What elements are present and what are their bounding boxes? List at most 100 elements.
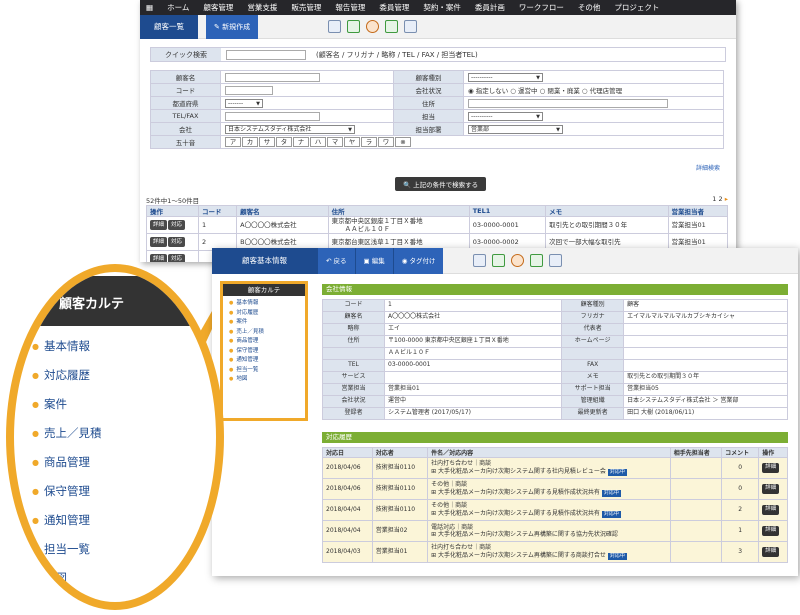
detail-button[interactable]: 詳細 (150, 237, 168, 247)
search-button[interactable]: 🔍 上記の条件で検索する (395, 177, 487, 191)
next-page-icon[interactable]: ▸ (725, 195, 728, 203)
back-button[interactable]: ↶ 戻る (317, 248, 355, 274)
callout-item-sales[interactable]: 売上／見積 (32, 419, 102, 448)
col-addr: 住所 (327, 205, 470, 217)
log-detail-button[interactable]: 詳細 (762, 526, 780, 536)
history-row[interactable]: 2018/04/04 営業担当02 電話対応｜商談 ⊞ 大手化粧品メーカ向け次期システ… (322, 520, 788, 542)
menu-grid-icon[interactable]: ▦ (146, 3, 153, 12)
callout-item-basic[interactable]: 基本情報 (32, 332, 101, 361)
page-2[interactable]: 2 (719, 195, 723, 203)
side-item-basic[interactable]: 基本情報 (229, 299, 299, 309)
side-item-sales[interactable]: 売上／見積 (229, 328, 299, 338)
calendar-icon[interactable] (473, 254, 487, 267)
kana-ta[interactable]: タ (276, 137, 292, 147)
note-icon[interactable] (530, 254, 544, 267)
kana-ma[interactable]: マ (327, 137, 343, 147)
callout-item-map[interactable]: 地図 (32, 564, 101, 593)
response-button[interactable]: 対応 (168, 254, 186, 262)
page-1[interactable]: 1 (712, 195, 716, 203)
nav-contract[interactable]: 契約・案件 (423, 2, 461, 13)
edit-button[interactable]: ▣ 編集 (354, 248, 393, 274)
tel-input[interactable] (225, 111, 320, 121)
history-row[interactable]: 2018/04/06 技術担当0110 社内打ち合わせ｜商談 ⊞ 大手化粧品メーカ向け… (322, 457, 788, 479)
nav-project[interactable]: プロジェクト (614, 2, 659, 13)
nav-report[interactable]: 報告管理 (335, 2, 365, 13)
history-row[interactable]: 2018/04/03 営業担当01 社内打ち合わせ｜商談 ⊞ 大手化粧品メーカ向け次期… (322, 541, 788, 563)
detail-button[interactable]: 詳細 (150, 254, 168, 262)
detail-button[interactable]: 詳細 (150, 220, 168, 230)
note-icon[interactable] (385, 20, 399, 33)
info-label: 管理組織 (561, 395, 625, 408)
nav-sales[interactable]: 販売管理 (291, 2, 321, 13)
list-icon[interactable] (404, 20, 418, 33)
callout-item-notice[interactable]: 通知管理 (32, 506, 101, 535)
dept-select[interactable]: 営業部 (467, 124, 563, 134)
calendar-icon[interactable] (328, 20, 342, 33)
kana-na[interactable]: ナ (293, 137, 309, 147)
log-sub: その他｜商談 (431, 502, 468, 509)
status-opt-2[interactable]: 閉業・廃業 (547, 87, 580, 95)
kana-a[interactable]: ア (225, 137, 241, 147)
table-row[interactable]: 詳細 対応 1 A〇〇〇〇株式会社 東京都中央区銀座１丁目Ｘ番地 ＡＡビル１０Ｆ 03-0… (146, 216, 728, 234)
nav-sales-support[interactable]: 営業支援 (247, 2, 277, 13)
rep-select[interactable]: ---------- (467, 111, 543, 121)
nav-customer[interactable]: 顧客管理 (203, 2, 233, 13)
status-opt-0[interactable]: 指定しない (476, 87, 509, 95)
tag-button[interactable]: ◉ タグ付け (392, 248, 444, 274)
chart-icon[interactable] (492, 254, 506, 267)
info-label: サービス (322, 371, 385, 384)
label-rep: 担当 (392, 109, 464, 123)
callout-item-product[interactable]: 商品管理 (32, 448, 101, 477)
status-opt-3[interactable]: 代理店管理 (590, 87, 623, 95)
side-item-history[interactable]: 対応履歴 (229, 309, 299, 319)
chart-icon[interactable] (347, 20, 361, 33)
kana-wa[interactable]: ワ (378, 137, 394, 147)
info-label: 営業担当 (322, 383, 385, 396)
log-detail-button[interactable]: 詳細 (762, 463, 780, 473)
response-button[interactable]: 対応 (168, 220, 186, 230)
pref-select[interactable]: ------- (225, 98, 263, 108)
clear-icon[interactable]: ⊗ (395, 137, 411, 147)
type-select[interactable]: ---------- (467, 72, 543, 82)
log-detail-button[interactable]: 詳細 (762, 547, 780, 557)
callout-item-case[interactable]: 案件 (32, 390, 101, 419)
history-row[interactable]: 2018/04/04 技術担当0110 その他｜商談 ⊞ 大手化粧品メーカ向け次期シス… (322, 499, 788, 521)
code-input[interactable] (225, 85, 273, 95)
callout-item-staff[interactable]: 担当一覧 (32, 535, 101, 564)
callout-item-history[interactable]: 対応履歴 (32, 361, 101, 390)
nav-plan[interactable]: 委員計画 (475, 2, 505, 13)
callout-item-maint[interactable]: 保守管理 (32, 477, 101, 506)
side-item-map[interactable]: 地図 (229, 375, 299, 385)
kana-ya[interactable]: ヤ (344, 137, 360, 147)
response-button[interactable]: 対応 (168, 237, 186, 247)
side-item-staff[interactable]: 担当一覧 (229, 366, 299, 376)
history-row[interactable]: 2018/04/06 技術担当0110 その他｜商談 ⊞ 大手化粧品メーカ向け次期シス… (322, 478, 788, 500)
quick-search-input[interactable] (226, 49, 306, 60)
nav-member[interactable]: 委員管理 (379, 2, 409, 13)
list-icon[interactable] (549, 254, 563, 267)
detail-search-link[interactable]: 詳細検索 (696, 163, 720, 172)
side-item-case[interactable]: 案件 (229, 318, 299, 328)
company-select[interactable]: 日本システムスタディ株式会社 (225, 124, 355, 134)
karte-title: 顧客基本情報 (212, 248, 317, 274)
info-label: 最終更新者 (561, 407, 625, 420)
name-input[interactable] (225, 72, 320, 82)
side-item-maint[interactable]: 保守管理 (229, 347, 299, 357)
new-button[interactable]: ✎ 新規作成 (206, 14, 259, 39)
status-opt-1[interactable]: 運営中 (518, 87, 538, 95)
person-icon[interactable] (511, 254, 525, 267)
side-item-product[interactable]: 商品管理 (229, 337, 299, 347)
nav-other[interactable]: その他 (578, 2, 601, 13)
nav-workflow[interactable]: ワークフロー (519, 2, 564, 13)
person-icon[interactable] (366, 20, 380, 33)
log-detail-button[interactable]: 詳細 (762, 505, 780, 515)
side-item-notice[interactable]: 通知管理 (229, 356, 299, 366)
kana-sa[interactable]: サ (259, 137, 275, 147)
nav-home[interactable]: ホーム (167, 2, 189, 13)
log-detail-button[interactable]: 詳細 (762, 484, 780, 494)
kana-ka[interactable]: カ (242, 137, 258, 147)
status-radios[interactable]: ◉ 指定しない ○ 運営中 ○ 閉業・廃業 ○ 代理店管理 (462, 83, 725, 97)
addr-input[interactable] (467, 98, 668, 108)
kana-ha[interactable]: ハ (310, 137, 326, 147)
kana-ra[interactable]: ラ (361, 137, 377, 147)
